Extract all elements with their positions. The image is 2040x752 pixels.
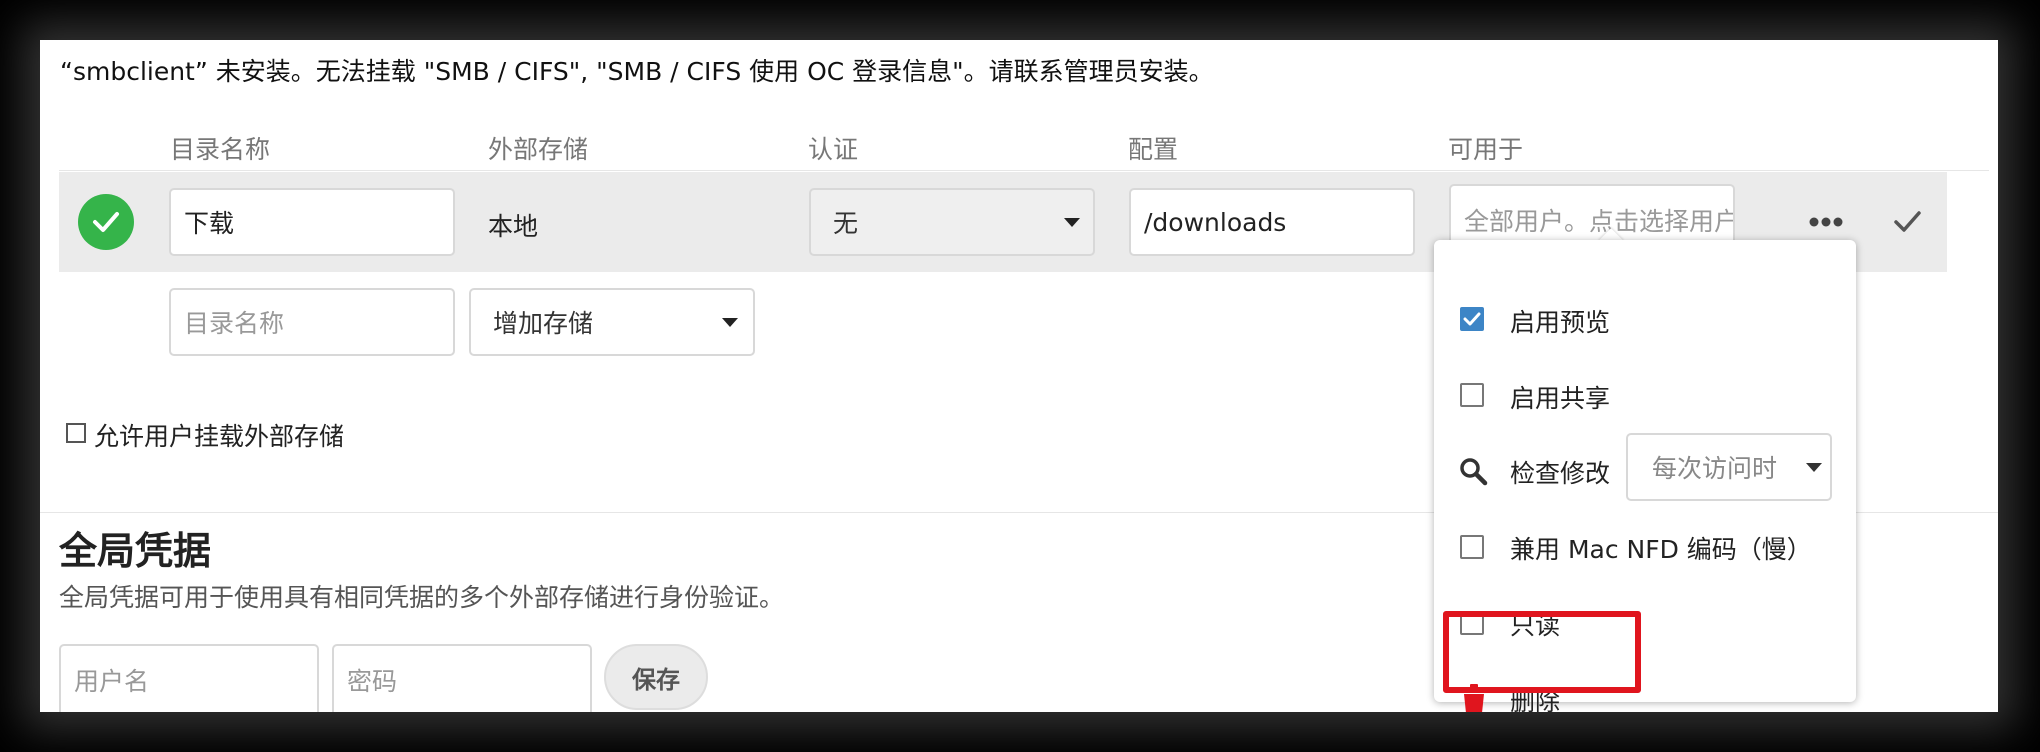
enable-sharing-checkbox[interactable] (1460, 383, 1484, 407)
mac-nfd-label: 兼用 Mac NFD 编码（慢） (1510, 535, 1812, 564)
enable-preview-checkbox[interactable] (1460, 307, 1484, 331)
header-divider (59, 170, 1989, 171)
search-icon (1458, 456, 1488, 486)
chevron-down-icon (722, 318, 738, 327)
smbclient-warning: “smbclient” 未安装。无法挂载 "SMB / CIFS", "SMB … (60, 57, 1214, 86)
delete-highlight-box (1443, 611, 1641, 693)
check-changes-selected-value: 每次访问时 (1652, 454, 1778, 483)
username-input[interactable]: 用户名 (59, 644, 319, 712)
password-input[interactable]: 密码 (332, 644, 592, 712)
add-storage-label: 增加存储 (493, 309, 594, 338)
chevron-down-icon (1064, 218, 1080, 227)
save-credentials-button[interactable]: 保存 (604, 644, 708, 710)
allow-user-mount-checkbox[interactable] (66, 423, 86, 443)
folder-name-value: 下载 (184, 209, 235, 238)
authentication-select[interactable]: 无 (809, 188, 1095, 256)
enable-sharing-label: 启用共享 (1510, 384, 1611, 413)
new-folder-name-input[interactable]: 目录名称 (169, 288, 455, 356)
status-ok-icon (78, 194, 134, 250)
enable-preview-label: 启用预览 (1510, 308, 1611, 337)
add-storage-select[interactable]: 增加存储 (469, 288, 755, 356)
global-credentials-description: 全局凭据可用于使用具有相同凭据的多个外部存储进行身份验证。 (59, 583, 785, 612)
available-for-placeholder: 全部用户。点击选择用户和组 (1464, 207, 1735, 236)
save-mount-check-icon[interactable] (1892, 206, 1922, 236)
check-changes-label: 检查修改 (1510, 459, 1611, 488)
column-header-configuration: 配置 (1128, 135, 1179, 164)
password-placeholder: 密码 (347, 667, 398, 696)
chevron-down-icon (1806, 463, 1822, 472)
authentication-selected-value: 无 (833, 209, 859, 238)
configuration-datadir-input[interactable]: /downloads (1129, 188, 1415, 256)
check-changes-select[interactable]: 每次访问时 (1626, 433, 1832, 501)
username-placeholder: 用户名 (74, 667, 150, 696)
new-folder-name-placeholder: 目录名称 (184, 309, 285, 338)
configuration-value: /downloads (1144, 207, 1287, 237)
external-storage-panel: “smbclient” 未安装。无法挂载 "SMB / CIFS", "SMB … (40, 40, 1998, 712)
allow-user-mount-label: 允许用户挂载外部存储 (94, 422, 345, 451)
folder-name-input[interactable]: 下载 (169, 188, 455, 256)
column-header-available-for: 可用于 (1448, 135, 1524, 164)
storage-type-label: 本地 (488, 212, 539, 241)
column-header-authentication: 认证 (808, 135, 859, 164)
mac-nfd-checkbox[interactable] (1460, 535, 1484, 559)
column-header-external-storage: 外部存储 (488, 135, 589, 164)
global-credentials-title: 全局凭据 (59, 529, 212, 573)
column-header-folder-name: 目录名称 (170, 135, 271, 164)
more-options-icon[interactable] (1806, 212, 1846, 232)
